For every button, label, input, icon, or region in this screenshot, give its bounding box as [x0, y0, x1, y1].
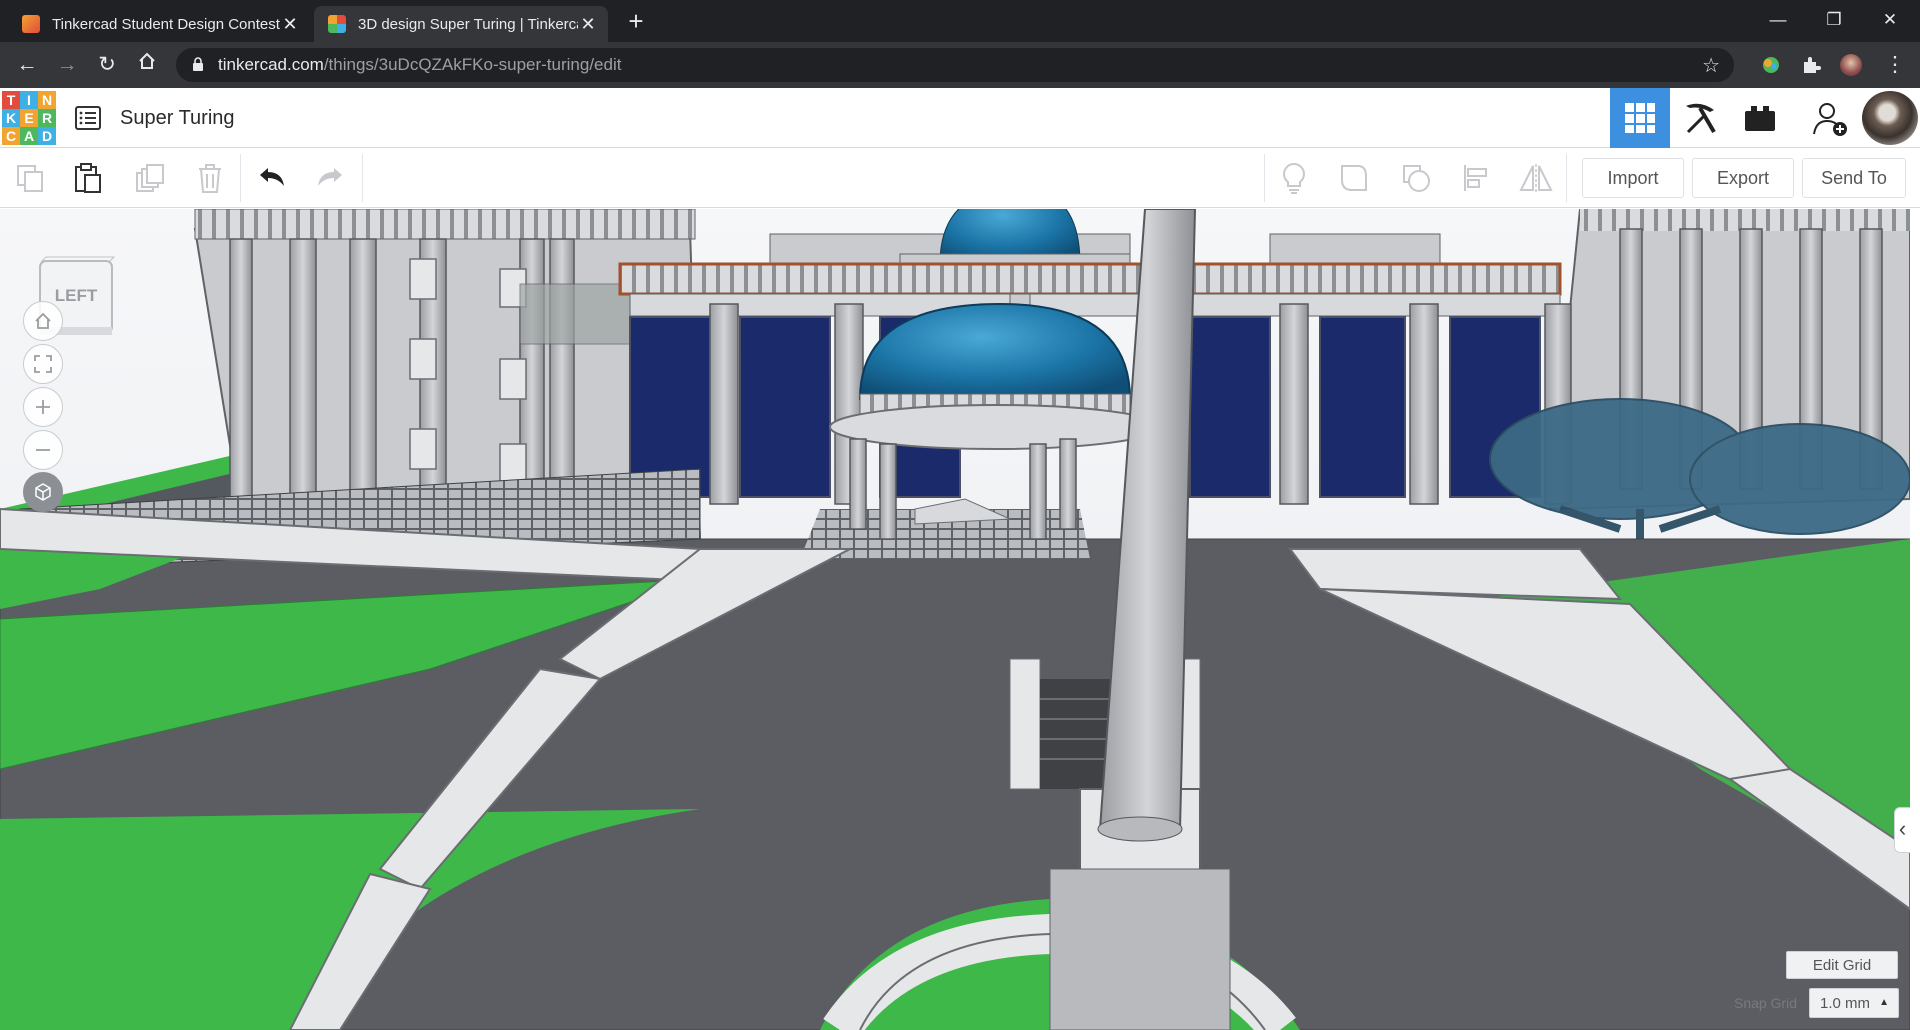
- caret-up-icon: ▲: [1879, 997, 1889, 1008]
- new-tab-button[interactable]: +: [622, 8, 650, 36]
- forward-icon[interactable]: →: [52, 50, 82, 80]
- light-bulb-icon: [1283, 162, 1305, 194]
- 3d-scene-render[interactable]: [0, 209, 1910, 1030]
- design-title[interactable]: Super Turing: [120, 107, 235, 130]
- logo-letter: K: [2, 109, 20, 127]
- orthographic-icon: [35, 483, 51, 501]
- user-plus-icon: [1813, 103, 1847, 136]
- redo-button[interactable]: [308, 156, 352, 200]
- shapes-panel-toggle[interactable]: ‹: [1894, 807, 1910, 853]
- undo-button[interactable]: [250, 156, 294, 200]
- logo-letter: I: [20, 91, 38, 109]
- editor-toolbar: Import Export Send To: [0, 148, 1920, 208]
- toolbar-divider: [240, 154, 241, 202]
- tab-title: 3D design Super Turing | Tinkercad: [358, 15, 578, 33]
- logo-letter: E: [20, 109, 38, 127]
- ungroup-button[interactable]: [1394, 156, 1438, 200]
- restore-window-icon[interactable]: ❐: [1816, 6, 1852, 34]
- duplicate-button[interactable]: [128, 156, 172, 200]
- tinkercad-logo[interactable]: T I N K E R C A D: [2, 91, 56, 145]
- group-icon: [1341, 165, 1367, 191]
- tab-title: Tinkercad Student Design Contest: [52, 15, 280, 33]
- delete-button[interactable]: [188, 156, 232, 200]
- edit-grid-button[interactable]: Edit Grid: [1786, 951, 1898, 979]
- right-gutter: [1910, 209, 1920, 1030]
- logo-letter: C: [2, 127, 20, 145]
- snap-grid-value: 1.0 mm: [1820, 994, 1871, 1012]
- user-avatar[interactable]: [1862, 91, 1918, 145]
- ungroup-icon: [1403, 165, 1430, 192]
- browser-toolbar: ← → ↻ tinkercad.com/things/3uDcQZAkFKo-s…: [0, 42, 1920, 88]
- mirror-icon: [1519, 164, 1553, 192]
- extensions-puzzle-icon[interactable]: [1800, 54, 1822, 76]
- duplicate-icon: [136, 164, 164, 192]
- logo-letter: A: [20, 127, 38, 145]
- logo-letter: D: [38, 127, 56, 145]
- url-host: tinkercad.com: [218, 55, 324, 74]
- toolbar-divider: [1264, 154, 1265, 202]
- close-window-icon[interactable]: ✕: [1872, 6, 1908, 34]
- import-button[interactable]: Import: [1582, 158, 1684, 198]
- briefcase-icon: [1745, 106, 1775, 131]
- bricks-view-button[interactable]: [1730, 88, 1790, 148]
- tinkercad-contest-favicon-icon: [22, 15, 40, 33]
- profile-avatar-icon[interactable]: [1840, 54, 1862, 76]
- align-button[interactable]: [1454, 156, 1498, 200]
- fit-view-button[interactable]: [23, 344, 63, 384]
- pickaxe-icon: [1686, 103, 1716, 134]
- toolbar-divider: [1566, 154, 1567, 202]
- fit-view-icon: [34, 355, 52, 373]
- design-list-icon[interactable]: [74, 104, 102, 132]
- close-tab-icon[interactable]: ✕: [280, 14, 300, 35]
- zoom-out-icon: [36, 449, 50, 451]
- workplane-3d-viewport[interactable]: LEFT ‹ Edit Grid Snap Grid 1.0 mm ▲: [0, 209, 1910, 1030]
- redo-icon: [318, 168, 342, 186]
- tinkercad-header: T I N K E R C A D Super Turing: [0, 88, 1920, 148]
- logo-letter: T: [2, 91, 20, 109]
- browser-tab-contest[interactable]: Tinkercad Student Design Contest ✕: [8, 6, 310, 42]
- toolbar-divider: [362, 154, 363, 202]
- orthographic-view-button[interactable]: [23, 472, 63, 512]
- snap-grid-select[interactable]: 1.0 mm ▲: [1809, 988, 1899, 1018]
- copy-icon: [17, 165, 43, 192]
- 3d-design-view-button[interactable]: [1610, 88, 1670, 148]
- invite-user-button[interactable]: [1800, 88, 1860, 148]
- copy-button[interactable]: [8, 156, 52, 200]
- paste-icon: [75, 163, 101, 193]
- lock-icon[interactable]: [192, 56, 204, 74]
- send-to-button[interactable]: Send To: [1802, 158, 1906, 198]
- zoom-in-button[interactable]: [23, 387, 63, 427]
- browser-tab-design[interactable]: 3D design Super Turing | Tinkercad ✕: [314, 6, 608, 42]
- close-tab-icon[interactable]: ✕: [578, 14, 598, 35]
- minimize-window-icon[interactable]: —: [1760, 6, 1796, 34]
- back-icon[interactable]: ←: [12, 50, 42, 80]
- export-button[interactable]: Export: [1692, 158, 1794, 198]
- address-bar[interactable]: tinkercad.com/things/3uDcQZAkFKo-super-t…: [176, 48, 1734, 82]
- grid-icon: [1625, 103, 1655, 133]
- paste-button[interactable]: [66, 156, 110, 200]
- zoom-out-button[interactable]: [23, 430, 63, 470]
- group-button[interactable]: [1332, 156, 1376, 200]
- notes-button[interactable]: [1272, 156, 1316, 200]
- snap-grid-label: Snap Grid: [1734, 995, 1798, 1011]
- url-path: /things/3uDcQZAkFKo-super-turing/edit: [323, 55, 622, 74]
- delete-icon: [199, 164, 221, 193]
- mirror-button[interactable]: [1514, 156, 1558, 200]
- home-view-icon: [35, 312, 51, 329]
- home-view-button[interactable]: [23, 301, 63, 341]
- reload-icon[interactable]: ↻: [92, 50, 122, 80]
- browser-tab-bar: Tinkercad Student Design Contest ✕ 3D de…: [0, 0, 1920, 42]
- logo-letter: R: [38, 109, 56, 127]
- zoom-in-icon: [36, 400, 50, 414]
- logo-letter: N: [38, 91, 56, 109]
- align-icon: [1464, 165, 1487, 191]
- tinkercad-favicon-icon: [328, 15, 346, 33]
- home-icon[interactable]: [132, 50, 162, 80]
- bookmark-star-icon[interactable]: ☆: [1702, 53, 1720, 78]
- undo-icon: [260, 168, 284, 186]
- browser-menu-icon[interactable]: ⋮: [1880, 50, 1910, 80]
- extension-color-icon[interactable]: [1760, 54, 1782, 76]
- codeblocks-view-button[interactable]: [1670, 88, 1730, 148]
